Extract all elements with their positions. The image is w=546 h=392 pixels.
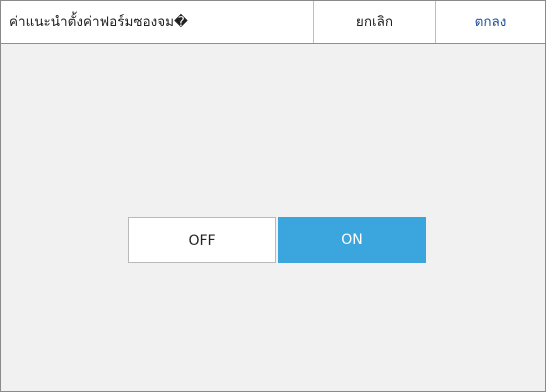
ok-button[interactable]: ตกลง xyxy=(435,1,545,43)
dialog-title: ค่าแนะนำตั้งค่าฟอร์มซองจม� xyxy=(9,14,188,30)
dialog-header: ค่าแนะนำตั้งค่าฟอร์มซองจม� ยกเลิก ตกลง xyxy=(1,1,545,44)
on-button[interactable]: ON xyxy=(278,217,426,263)
off-button[interactable]: OFF xyxy=(128,217,276,263)
cancel-button[interactable]: ยกเลิก xyxy=(313,1,435,43)
settings-dialog: ค่าแนะนำตั้งค่าฟอร์มซองจม� ยกเลิก ตกลง O… xyxy=(0,0,546,392)
